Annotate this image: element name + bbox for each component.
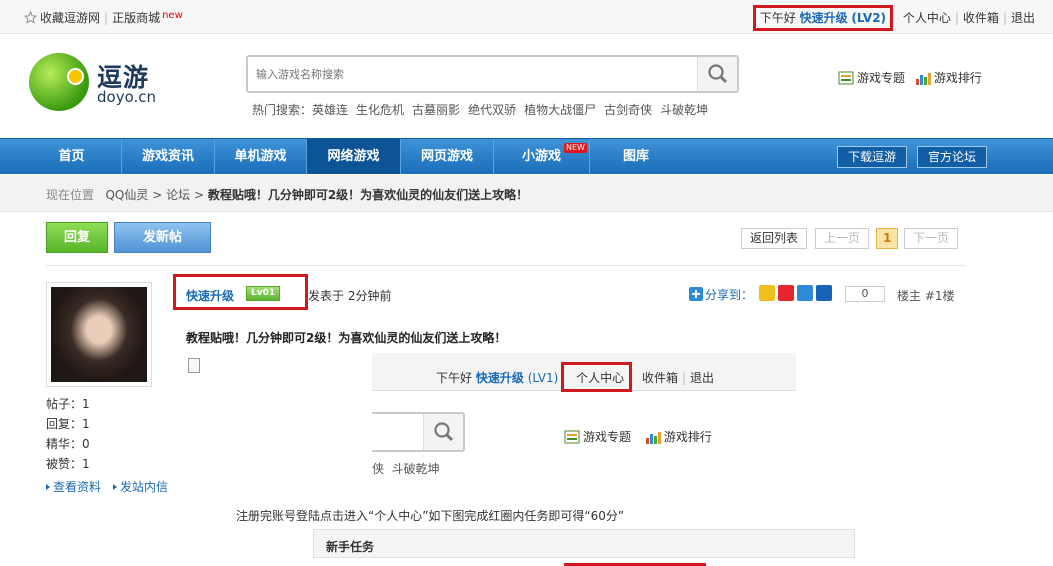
mall-link[interactable]: 正版商城 xyxy=(112,11,160,25)
hot-search-item[interactable]: 生化危机 xyxy=(356,103,404,117)
view-profile-link[interactable]: 查看资料 xyxy=(46,480,107,494)
breadcrumb-current: 教程贴哦！几分钟即可2级！为喜欢仙灵的仙友们送上攻略！ xyxy=(207,188,529,202)
forum-button[interactable]: 官方论坛 xyxy=(917,146,988,168)
send-message-link[interactable]: 发站内信 xyxy=(113,480,174,494)
separator: | xyxy=(104,11,109,25)
stat-posts: 帖子：1 xyxy=(46,397,90,411)
favorite-link[interactable]: 收藏逗游网 xyxy=(40,11,100,25)
search-icon xyxy=(708,64,728,84)
renren-icon[interactable] xyxy=(816,285,832,301)
topic-icon xyxy=(838,71,854,85)
avatar[interactable] xyxy=(46,282,152,387)
current-page[interactable]: 1 xyxy=(876,228,899,249)
greeting: 下午好 xyxy=(759,11,796,25)
breadcrumb-item[interactable]: QQ仙灵 xyxy=(105,188,148,202)
user-center-highlight-box xyxy=(561,362,632,392)
share-count: 0 xyxy=(845,286,885,302)
user-level: (LV2) xyxy=(851,11,887,25)
download-button[interactable]: 下载逗游 xyxy=(837,146,908,168)
back-to-list-button[interactable]: 返回列表 xyxy=(741,228,808,249)
breadcrumb-text: 现在位置 QQ仙灵 > 论坛 > 教程贴哦！几分钟即可2级！为喜欢仙灵的仙友们送… xyxy=(46,186,528,203)
header-links: 游戏专题 游戏排行 xyxy=(838,69,988,86)
hot-search-item[interactable]: 绝代双骄 xyxy=(468,103,516,117)
hot-search-item[interactable]: 古剑奇侠 xyxy=(604,103,652,117)
stat-replies: 回复：1 xyxy=(46,417,90,431)
inbox-link[interactable]: 收件箱 xyxy=(963,11,999,25)
task-title: 新手任务 xyxy=(326,540,375,554)
embedded-hot-search: 侠 斗破乾坤 xyxy=(372,462,440,476)
ranking-icon xyxy=(915,73,931,85)
share-label: 分享到： xyxy=(689,286,753,303)
top-bar-left: 收藏逗游网 | 正版商城 new xyxy=(24,9,183,26)
separator: | xyxy=(954,11,959,25)
breadcrumb-sep: > xyxy=(152,188,163,202)
next-page-button[interactable]: 下一页 xyxy=(904,228,959,249)
post-time: 发表于 2分钟前 xyxy=(308,289,392,303)
nav-item-news[interactable]: 游戏资讯 xyxy=(122,139,215,174)
nav-item-single[interactable]: 单机游戏 xyxy=(215,139,307,174)
nav-item-web[interactable]: 网页游戏 xyxy=(401,139,494,174)
hot-search-item[interactable]: 英雄连 xyxy=(312,103,348,117)
logo-domain: doyo.cn xyxy=(97,88,157,106)
qzone-icon[interactable] xyxy=(759,285,775,301)
reply-button[interactable]: 回复 xyxy=(46,222,108,253)
post-title: 教程贴哦！几分钟即可2级！为喜欢仙灵的仙友们送上攻略！ xyxy=(186,331,507,345)
divider xyxy=(46,265,966,266)
top-bar: 收藏逗游网 | 正版商城 new 下午好 快速升级 (LV2) 个人中心 | 收件箱 | 退出 xyxy=(0,0,1053,34)
hot-search-item[interactable]: 古墓丽影 xyxy=(412,103,460,117)
user-stats: 帖子：1 回复：1 精华：0 被赞：1 xyxy=(46,394,90,474)
post-author[interactable]: 快速升级 xyxy=(186,287,234,304)
user-center-link[interactable]: 个人中心 xyxy=(903,11,951,25)
level-badge: Lv01 xyxy=(246,286,281,301)
separator: | xyxy=(1002,11,1007,25)
profile-links: 查看资料 发站内信 xyxy=(46,478,180,495)
user-highlight-box: 下午好 快速升级 (LV2) xyxy=(752,5,894,31)
stat-likes: 被赞：1 xyxy=(46,457,90,471)
top-bar-right: 下午好 快速升级 (LV2) 个人中心 | 收件箱 | 退出 xyxy=(752,5,1035,31)
breadcrumb: 现在位置 QQ仙灵 > 论坛 > 教程贴哦！几分钟即可2级！为喜欢仙灵的仙友们送… xyxy=(0,175,1053,212)
search-box xyxy=(246,55,739,93)
weibo-icon[interactable] xyxy=(778,285,794,301)
topic-icon xyxy=(564,430,580,444)
triangle-icon xyxy=(113,484,118,490)
hot-search-label: 热门搜索： xyxy=(252,103,313,117)
logout-link[interactable]: 退出 xyxy=(1011,11,1035,25)
star-icon xyxy=(24,11,37,24)
hot-search: 热门搜索：英雄连 生化危机 古墓丽影 绝代双骄 植物大战僵尸 古剑奇侠 斗破乾坤 xyxy=(252,101,716,118)
logo-eye xyxy=(67,68,84,85)
breadcrumb-item[interactable]: 论坛 xyxy=(166,188,190,202)
username-link[interactable]: 快速升级 xyxy=(800,11,848,25)
game-topics-link[interactable]: 游戏专题 xyxy=(857,71,905,85)
instruction-text: 注册完账号登陆点击进入“个人中心”如下图完成红圈内任务即可得“60分” xyxy=(236,509,625,523)
hot-search-item[interactable]: 斗破乾坤 xyxy=(660,103,708,117)
breadcrumb-label: 现在位置 xyxy=(46,188,95,202)
floor-label: 楼主 #1楼 xyxy=(897,289,955,303)
triangle-icon xyxy=(46,484,50,490)
plus-icon xyxy=(689,287,703,301)
embedded-search-box xyxy=(372,412,465,452)
nav-item-gallery[interactable]: 图库 xyxy=(590,139,682,174)
hot-search-item[interactable]: 植物大战僵尸 xyxy=(524,103,596,117)
newbie-task-panel: 新手任务 xyxy=(313,529,855,558)
prev-page-button[interactable]: 上一页 xyxy=(815,228,870,249)
avatar-image xyxy=(51,287,147,382)
game-ranking-link[interactable]: 游戏排行 xyxy=(934,71,982,85)
search-button[interactable] xyxy=(697,57,737,91)
qqweibo-icon[interactable] xyxy=(797,285,813,301)
document-icon xyxy=(188,358,200,373)
nav-item-online[interactable]: 网络游戏 xyxy=(307,139,401,174)
new-badge: new xyxy=(162,10,183,21)
main-nav: 首页 游戏资讯 单机游戏 网络游戏 网页游戏 小游戏 NEW 图库 下载逗游 官… xyxy=(0,138,1053,174)
nav-item-home[interactable]: 首页 xyxy=(22,139,122,174)
ranking-icon xyxy=(645,432,661,444)
search-input[interactable] xyxy=(256,65,686,83)
stat-essence: 精华：0 xyxy=(46,437,90,451)
search-icon xyxy=(434,422,454,442)
new-post-button[interactable]: 发新帖 xyxy=(114,222,211,253)
embedded-header-links: 游戏专题 游戏排行 xyxy=(564,428,712,445)
nav-new-badge: NEW xyxy=(564,143,587,153)
share-icons xyxy=(759,285,835,301)
embedded-search-button xyxy=(423,414,463,450)
breadcrumb-sep: > xyxy=(193,188,204,202)
